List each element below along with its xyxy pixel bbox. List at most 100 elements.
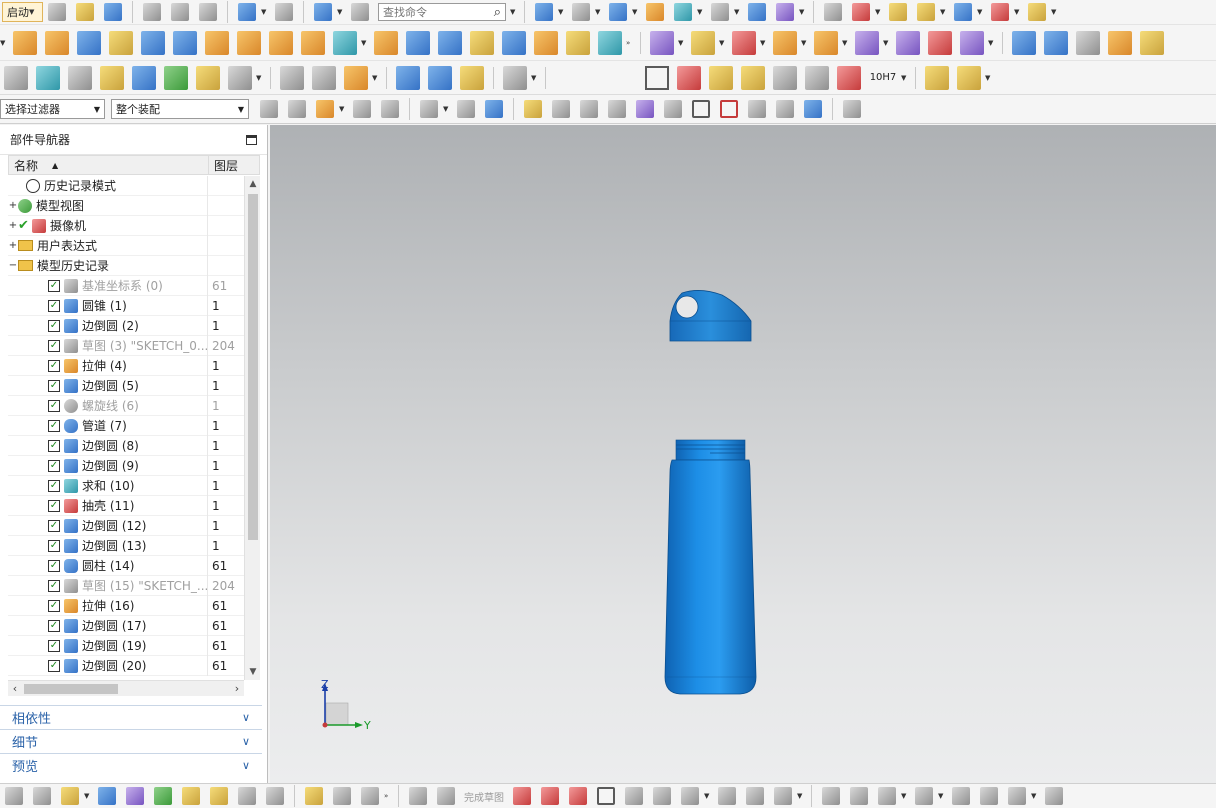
brush-icon[interactable] <box>802 63 832 93</box>
resize-face-icon[interactable] <box>852 28 882 58</box>
group-face-icon[interactable] <box>925 28 955 58</box>
open-folder-icon[interactable] <box>72 1 98 23</box>
snap-quadrant-icon[interactable] <box>688 98 714 120</box>
trim-body-icon[interactable] <box>499 28 529 58</box>
chevron-down-icon[interactable]: ▼ <box>261 8 268 16</box>
array-icon[interactable] <box>266 28 296 58</box>
feature-checkbox[interactable]: ✓ <box>48 459 60 472</box>
make-corner-icon[interactable] <box>874 785 900 807</box>
selection-intent-icon[interactable] <box>312 98 338 120</box>
window-icon[interactable] <box>347 1 373 23</box>
chevron-down-icon[interactable]: ▼ <box>760 39 767 47</box>
draft-icon[interactable] <box>403 28 433 58</box>
rendering-style-icon[interactable] <box>568 1 594 23</box>
chamfer-icon[interactable] <box>531 28 561 58</box>
slot-icon[interactable] <box>202 28 232 58</box>
select-body-icon[interactable] <box>481 98 507 120</box>
feature-checkbox[interactable]: ✓ <box>48 299 60 312</box>
feature-checkbox[interactable]: ✓ <box>48 519 60 532</box>
revolve-icon[interactable] <box>42 28 72 58</box>
copy-icon[interactable] <box>167 1 193 23</box>
shell-icon[interactable] <box>371 28 401 58</box>
quick-extend-icon[interactable] <box>846 785 872 807</box>
tree-row[interactable]: ✓ 圆柱 (14) 61 <box>8 555 244 576</box>
snap-enable-icon[interactable] <box>520 98 546 120</box>
chevron-down-icon[interactable]: ▼ <box>1031 792 1038 800</box>
bottle-cap-model[interactable] <box>669 290 752 342</box>
scroll-down-icon[interactable]: ▼ <box>245 664 261 680</box>
select-by-curve-icon[interactable] <box>349 98 375 120</box>
command-search-box[interactable]: ⌕ <box>378 3 506 21</box>
chevron-down-icon[interactable]: ▼ <box>704 792 711 800</box>
drawing-sheet-icon[interactable] <box>770 63 800 93</box>
feature-checkbox[interactable]: ✓ <box>48 599 60 612</box>
tree-row[interactable]: ✓ 基准坐标系 (0) 61 <box>8 275 244 296</box>
tree-row[interactable]: ✓ 边倒圆 (5) 1 <box>8 375 244 396</box>
snap-control-point-icon[interactable] <box>604 98 630 120</box>
assembly-constraints-icon[interactable] <box>954 63 984 93</box>
sketch-grid-icon[interactable] <box>1 63 31 93</box>
expand-plus-icon[interactable]: + <box>8 200 18 211</box>
x-form-icon[interactable] <box>1137 28 1167 58</box>
feature-checkbox[interactable]: ✓ <box>48 619 60 632</box>
feature-selection-icon[interactable] <box>284 98 310 120</box>
tree-row[interactable]: ✓ 边倒圆 (12) 1 <box>8 515 244 536</box>
surface-patch-icon[interactable] <box>309 63 339 93</box>
add-component-icon[interactable] <box>57 785 83 807</box>
tree-row[interactable]: ✓ 边倒圆 (17) 61 <box>8 615 244 636</box>
chevron-down-icon[interactable]: ▼ <box>632 8 639 16</box>
snap-circle-icon[interactable] <box>716 98 742 120</box>
pad-icon[interactable] <box>106 28 136 58</box>
mirror-assembly-icon[interactable] <box>122 785 148 807</box>
tree-vertical-scrollbar[interactable]: ▲ ▼ <box>244 176 260 680</box>
fit-tolerance-icon[interactable]: 10H7 <box>866 63 900 93</box>
line-icon[interactable] <box>277 63 307 93</box>
thicken-icon[interactable] <box>467 28 497 58</box>
feature-checkbox[interactable]: ✓ <box>48 659 60 672</box>
surface-icon[interactable] <box>595 28 625 58</box>
swept-icon[interactable] <box>1073 28 1103 58</box>
command-search-input[interactable] <box>383 5 483 19</box>
convert-reference-icon[interactable] <box>1041 785 1067 807</box>
hole-table-icon[interactable] <box>706 63 736 93</box>
feature-checkbox[interactable]: ✓ <box>48 639 60 652</box>
quick-trim-icon[interactable] <box>818 785 844 807</box>
explode-view-icon[interactable] <box>150 785 176 807</box>
tree-horizontal-scrollbar[interactable]: ‹ › <box>8 680 244 696</box>
assembly-navigator-icon[interactable] <box>1 785 27 807</box>
rapid-dimension-icon[interactable] <box>911 785 937 807</box>
preview-panel[interactable]: 预览 ∨ <box>0 753 262 777</box>
chevron-down-icon[interactable]: ▼ <box>901 74 908 82</box>
geometric-constraint-icon[interactable] <box>948 785 974 807</box>
feature-checkbox[interactable]: ✓ <box>48 339 60 352</box>
clearance-icon[interactable] <box>262 785 288 807</box>
chevron-down-icon[interactable]: ▼ <box>940 8 947 16</box>
new-file-icon[interactable] <box>44 1 70 23</box>
extrude-icon[interactable] <box>10 28 40 58</box>
wave-icon[interactable] <box>178 785 204 807</box>
layer-stack-icon[interactable] <box>33 63 63 93</box>
select-by-face-icon[interactable] <box>377 98 403 120</box>
chevron-down-icon[interactable]: ▼ <box>0 39 7 47</box>
measure-distance-icon[interactable] <box>987 1 1013 23</box>
chevron-down-icon[interactable]: ▼ <box>734 8 741 16</box>
new-parent-icon[interactable] <box>234 785 260 807</box>
layer-settings-icon[interactable] <box>670 1 696 23</box>
collapse-minus-icon[interactable]: − <box>8 260 18 271</box>
chevron-down-icon[interactable]: ▼ <box>801 39 808 47</box>
feature-checkbox[interactable]: ✓ <box>48 419 60 432</box>
expand-plus-icon[interactable]: + <box>8 240 18 251</box>
scrollbar-thumb[interactable] <box>248 194 258 540</box>
wcs-icon[interactable] <box>310 1 336 23</box>
orient-view-icon[interactable] <box>605 1 631 23</box>
tree-row[interactable]: + ✔ 摄像机 <box>8 215 244 236</box>
feature-checkbox[interactable]: ✓ <box>48 539 60 552</box>
chevron-down-icon[interactable]: ▼ <box>1014 8 1021 16</box>
chevron-down-icon[interactable]: ▼ <box>901 792 908 800</box>
expand-plus-icon[interactable]: + <box>8 220 18 231</box>
pull-face-icon[interactable] <box>688 28 718 58</box>
clip-section-icon[interactable] <box>744 1 770 23</box>
tools-icon[interactable] <box>161 63 191 93</box>
undo-icon[interactable] <box>234 1 260 23</box>
sketch-icon[interactable] <box>405 785 431 807</box>
